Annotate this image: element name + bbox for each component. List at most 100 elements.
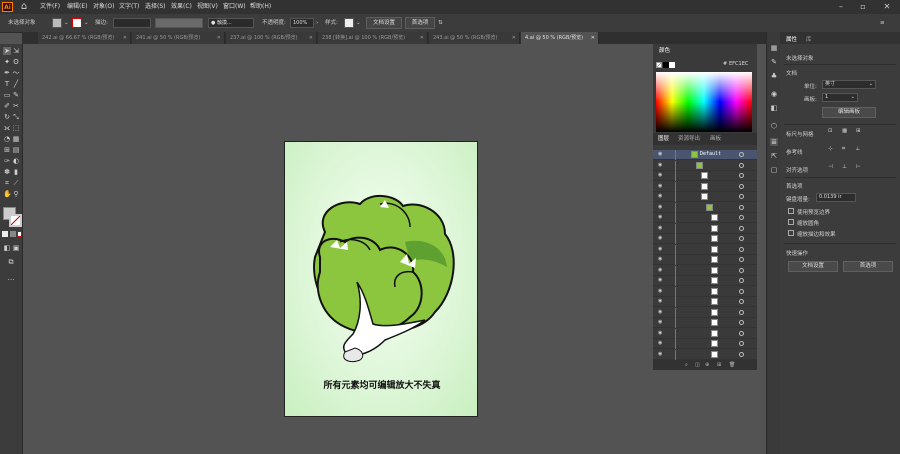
layer-row[interactable]: ◉ <box>653 286 757 297</box>
visibility-eye-icon[interactable]: ◉ <box>658 215 664 220</box>
edit-toolbar-icon[interactable]: … <box>7 274 15 282</box>
tab-asset-export[interactable]: 资源导出 <box>678 134 700 144</box>
menu-effect[interactable]: 效果(C) <box>171 0 192 14</box>
shaper-tool-icon[interactable]: ✐ <box>3 102 11 110</box>
layer-row[interactable]: ◉ <box>653 160 757 171</box>
close-icon[interactable]: ✕ <box>876 0 898 14</box>
layer-row[interactable]: ◉ <box>653 318 757 328</box>
eyedropper-tool-icon[interactable]: ✑ <box>3 157 11 165</box>
layer-target-icon[interactable] <box>739 351 744 357</box>
slice-tool-icon[interactable]: ⟋ <box>12 179 20 187</box>
layer-target-icon[interactable] <box>739 152 744 157</box>
chevron-down-icon[interactable]: ⌄ <box>84 14 89 32</box>
visibility-eye-icon[interactable]: ◉ <box>658 225 664 231</box>
layers-icon[interactable]: ≣ <box>770 138 778 146</box>
export-icon[interactable]: ⇱ <box>770 152 778 160</box>
visibility-eye-icon[interactable]: ◉ <box>658 320 664 325</box>
menu-help[interactable]: 帮助(H) <box>250 0 271 14</box>
document-setup-button[interactable]: 文档设置 <box>366 17 402 29</box>
close-icon[interactable]: ✕ <box>217 32 221 44</box>
layer-target-icon[interactable] <box>739 246 744 252</box>
artboards-icon[interactable]: ▢ <box>770 166 778 174</box>
visibility-eye-icon[interactable]: ◉ <box>658 173 664 178</box>
symbols-icon[interactable]: ♣ <box>770 72 778 80</box>
blend-tool-icon[interactable]: ◐ <box>12 157 20 165</box>
rotate-tool-icon[interactable]: ↻ <box>3 113 11 121</box>
perspective-grid-tool-icon[interactable]: ▦ <box>12 135 20 143</box>
new-layer-icon[interactable]: ⊞ <box>717 360 721 370</box>
zoom-tool-icon[interactable]: ⚲ <box>12 190 20 198</box>
symbol-sprayer-tool-icon[interactable]: ✽ <box>3 168 11 176</box>
layer-row[interactable]: ◉ <box>653 171 757 181</box>
column-graph-tool-icon[interactable]: ▮ <box>12 168 20 176</box>
layer-target-icon[interactable] <box>739 173 744 178</box>
layer-row[interactable]: ◉ <box>653 244 757 255</box>
ruler-icon[interactable]: ⊡ <box>828 128 833 134</box>
stroke-swatch[interactable] <box>72 18 82 28</box>
keyboard-increment-field[interactable]: 0.0139 ir <box>816 193 856 202</box>
visibility-eye-icon[interactable]: ◉ <box>658 351 664 357</box>
tab-libraries[interactable]: 库 <box>806 35 812 43</box>
layer-target-icon[interactable] <box>739 309 744 315</box>
scale-corners-checkbox[interactable] <box>788 219 794 225</box>
close-icon[interactable]: ✕ <box>309 32 313 44</box>
layer-row[interactable]: ◉ <box>653 223 757 234</box>
close-icon[interactable]: ✕ <box>420 32 424 44</box>
gradient-tool-icon[interactable]: ▤ <box>12 146 20 154</box>
tab-237[interactable]: 237.ai @ 100 % (RGB/预览) ✕ <box>226 32 317 44</box>
tab-4-active[interactable]: 4.ai @ 50 % (RGB/预览) ✕ <box>521 32 599 44</box>
tab-layers[interactable]: 图层 <box>658 134 669 144</box>
layer-row[interactable]: ◉ <box>653 307 757 318</box>
visibility-eye-icon[interactable]: ◉ <box>658 288 664 294</box>
visibility-eye-icon[interactable]: ◉ <box>658 330 664 336</box>
menu-edit[interactable]: 编辑(E) <box>67 0 87 14</box>
none-swatch[interactable] <box>656 62 662 68</box>
variable-width-profile[interactable] <box>155 18 203 28</box>
units-select[interactable]: 英寸 ⌄ <box>822 80 876 89</box>
layer-name[interactable]: Default <box>700 151 721 157</box>
tab-242[interactable]: 242.ai @ 66.67 % (RGB/预览) ✕ <box>38 32 131 44</box>
visibility-eye-icon[interactable]: ◉ <box>658 278 664 283</box>
pen-tool-icon[interactable]: ✒ <box>3 69 11 77</box>
layer-row[interactable]: ◉ <box>653 213 757 223</box>
direct-selection-tool-icon[interactable]: ⇲ <box>12 47 20 55</box>
layer-row[interactable]: ◉ <box>653 328 757 339</box>
layer-target-icon[interactable] <box>739 236 744 241</box>
lasso-tool-icon[interactable]: ʘ <box>12 58 20 66</box>
graphic-styles-icon[interactable]: ◧ <box>770 104 778 112</box>
panel-menu-icon[interactable]: ≡ <box>880 14 885 32</box>
menu-object[interactable]: 对象(O) <box>93 0 114 14</box>
new-sublayer-icon[interactable]: ⊕ <box>705 360 709 370</box>
menu-type[interactable]: 文字(T) <box>119 0 139 14</box>
close-icon[interactable]: ✕ <box>512 32 516 44</box>
cabbage-illustration[interactable] <box>285 142 478 417</box>
snap-point-icon[interactable]: ⊣ <box>828 164 833 170</box>
layer-target-icon[interactable] <box>739 215 744 220</box>
layer-target-icon[interactable] <box>739 341 744 346</box>
appearance-icon[interactable]: ◉ <box>770 90 778 98</box>
delete-layer-icon[interactable]: 🗑 <box>729 360 735 370</box>
none-mode-icon[interactable] <box>17 231 22 237</box>
visibility-eye-icon[interactable]: ◉ <box>658 267 664 273</box>
layer-target-icon[interactable] <box>739 330 744 336</box>
tab-243[interactable]: 243.ai @ 50 % (RGB/预览) ✕ <box>429 32 520 44</box>
shape-builder-tool-icon[interactable]: ◔ <box>3 135 11 143</box>
artboard-tool-icon[interactable]: ⌗ <box>3 179 11 187</box>
rectangle-tool-icon[interactable]: ▭ <box>3 91 11 99</box>
layer-target-icon[interactable] <box>739 288 744 294</box>
chevron-down-icon[interactable]: ⌄ <box>356 14 361 32</box>
layer-target-icon[interactable] <box>739 225 744 231</box>
layer-target-icon[interactable] <box>739 299 744 304</box>
curvature-tool-icon[interactable]: 〜 <box>12 69 20 77</box>
layer-target-icon[interactable] <box>739 162 744 168</box>
document-setup-button[interactable]: 文档设置 <box>788 261 838 272</box>
line-tool-icon[interactable]: ╱ <box>12 80 20 88</box>
use-preview-bounds-checkbox[interactable] <box>788 208 794 214</box>
lock-guides-icon[interactable]: ⌗ <box>842 146 845 153</box>
tab-238[interactable]: 238 [转换].ai @ 100 % (RGB/预览) ✕ <box>318 32 428 44</box>
scale-tool-icon[interactable]: ⤡ <box>12 113 20 121</box>
scissors-tool-icon[interactable]: ✂ <box>12 102 20 110</box>
chevron-right-icon[interactable]: › <box>316 14 318 32</box>
show-guides-icon[interactable]: ⊹ <box>828 146 833 152</box>
gradient-mode-icon[interactable] <box>10 231 16 237</box>
